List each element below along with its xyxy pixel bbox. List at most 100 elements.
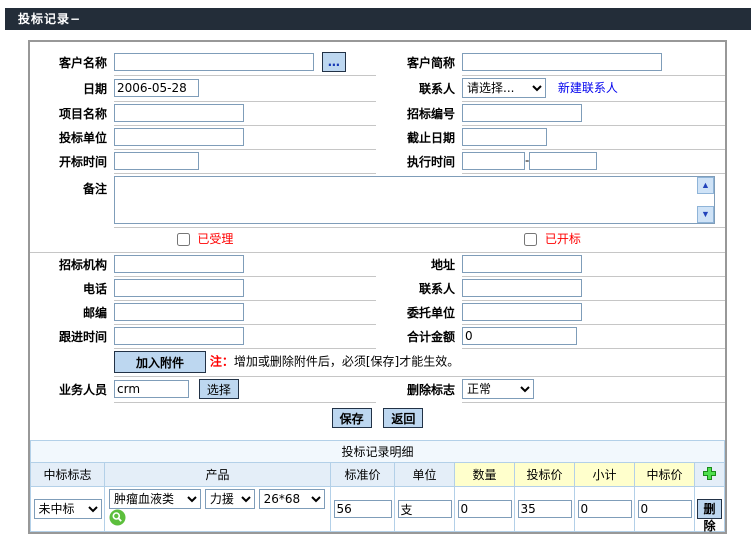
detail-data-row: 未中标 肿瘤血液类 力援 26*68 [31,487,725,532]
date-label: 日期 [30,76,114,102]
bid-record-form-panel: 客户名称 … 客户简称 日期 联系人 请选择... 新建联系人 [28,40,727,534]
open-time-label: 开标时间 [30,150,114,174]
bid-unit-input[interactable] [114,128,244,146]
bid-opened-checkbox[interactable] [524,233,537,246]
row-attachment: 加入附件 注：增加或删除附件后，必须[保存]才能生效。 [30,349,725,377]
address-label: 地址 [376,253,462,277]
customer-name-input[interactable] [114,53,314,71]
col-header-std-price: 标准价 [331,463,395,487]
row-checkboxes: 已受理 已开标 [30,228,725,253]
accepted-checkbox[interactable] [177,233,190,246]
agency-label: 招标机构 [30,253,114,277]
row-customer: 客户名称 … 客户简称 [30,50,725,76]
row-postcode-entrust: 邮编 委托单位 [30,301,725,325]
exec-time-label: 执行时间 [376,150,462,174]
row-phone-contact2: 电话 联系人 [30,277,725,301]
open-time-input[interactable] [114,152,199,170]
row-project-bidno: 项目名称 招标编号 [30,102,725,126]
scroll-up-icon[interactable]: ▲ [697,177,714,194]
contact-select[interactable]: 请选择... [462,78,546,98]
form-table: 客户名称 … 客户简称 日期 联系人 请选择... 新建联系人 [30,50,725,434]
agency-input[interactable] [114,255,244,273]
delete-flag-select[interactable]: 正常 [462,379,534,399]
attachment-note-prefix: 注： [210,355,234,369]
add-attachment-button[interactable]: 加入附件 [114,351,206,373]
bid-detail-table: 投标记录明细 中标标志 产品 标准价 单位 数量 投标价 小计 中标价 未中标 [30,440,725,532]
row-bidunit-deadline: 投标单位 截止日期 [30,126,725,150]
quantity-input[interactable] [458,500,512,518]
row-actions: 保存 返回 [30,403,725,435]
bid-number-label: 招标编号 [376,102,462,126]
win-price-input[interactable] [638,500,692,518]
customer-short-input[interactable] [462,53,662,71]
delete-row-button[interactable]: 删除 [697,499,722,519]
address-input[interactable] [462,255,582,273]
back-button[interactable]: 返回 [383,408,423,428]
entrust-unit-input[interactable] [462,303,582,321]
standard-price-input[interactable] [334,500,392,518]
col-header-subtotal: 小计 [575,463,635,487]
product-search-icon[interactable] [109,515,126,529]
customer-name-label: 客户名称 [30,50,114,76]
postcode-input[interactable] [114,303,244,321]
total-amount-label: 合计金额 [376,325,462,349]
remark-label: 备注 [30,174,114,228]
attachment-note: 增加或删除附件后，必须[保存]才能生效。 [234,355,459,369]
detail-header-row: 中标标志 产品 标准价 单位 数量 投标价 小计 中标价 [31,463,725,487]
contact-label: 联系人 [376,76,462,102]
bid-opened-checkbox-label: 已开标 [545,232,581,246]
remark-textarea[interactable]: ▲ ▼ [114,176,715,224]
col-header-add [695,463,725,487]
phone-input[interactable] [114,279,244,297]
col-header-unit: 单位 [395,463,455,487]
row-date-contact: 日期 联系人 请选择... 新建联系人 [30,76,725,102]
postcode-label: 邮编 [30,301,114,325]
exec-time-end-input[interactable] [529,152,597,170]
deadline-input[interactable] [462,128,547,146]
subtotal-input[interactable] [578,500,632,518]
deadline-label: 截止日期 [376,126,462,150]
col-header-product: 产品 [105,463,331,487]
row-agency-address: 招标机构 地址 [30,253,725,277]
project-name-input[interactable] [114,104,244,122]
add-row-icon[interactable] [703,469,716,483]
detail-title-row: 投标记录明细 [31,441,725,463]
col-header-win-flag: 中标标志 [31,463,105,487]
product-category-select[interactable]: 肿瘤血液类 [109,489,201,509]
product-brand-select[interactable]: 力援 [205,489,255,509]
phone-label: 电话 [30,277,114,301]
follow-time-input[interactable] [114,327,244,345]
unit-input[interactable] [398,500,452,518]
new-contact-link[interactable]: 新建联系人 [558,81,618,95]
save-button[interactable]: 保存 [332,408,372,428]
row-remark: 备注 ▲ ▼ [30,174,725,228]
row-follow-total: 跟进时间 合计金额 [30,325,725,349]
win-flag-select[interactable]: 未中标 [34,499,102,519]
entrust-unit-label: 委托单位 [376,301,462,325]
date-input[interactable] [114,79,199,97]
row-opentime-exectime: 开标时间 执行时间 - [30,150,725,174]
col-header-win-price: 中标价 [635,463,695,487]
customer-lookup-button[interactable]: … [322,52,346,72]
contact2-input[interactable] [462,279,582,297]
col-header-quantity: 数量 [455,463,515,487]
product-spec-select[interactable]: 26*68 [259,489,325,509]
bid-number-input[interactable] [462,104,582,122]
bid-price-input[interactable] [518,500,572,518]
project-name-label: 项目名称 [30,102,114,126]
sales-person-label: 业务人员 [30,377,114,403]
follow-time-label: 跟进时间 [30,325,114,349]
exec-time-start-input[interactable] [462,152,525,170]
bid-unit-label: 投标单位 [30,126,114,150]
scroll-down-icon[interactable]: ▼ [697,206,714,223]
delete-flag-label: 删除标志 [376,377,462,403]
detail-table-title: 投标记录明细 [31,441,725,463]
contact2-label: 联系人 [376,277,462,301]
sales-person-input[interactable] [114,380,189,398]
accepted-checkbox-label: 已受理 [197,232,233,246]
total-amount-input[interactable] [462,327,577,345]
page-title: 投标记录− [5,8,751,30]
customer-short-label: 客户简称 [376,50,462,76]
select-sales-person-button[interactable]: 选择 [199,379,239,399]
row-sales-deleteflag: 业务人员 选择 删除标志 正常 [30,377,725,403]
